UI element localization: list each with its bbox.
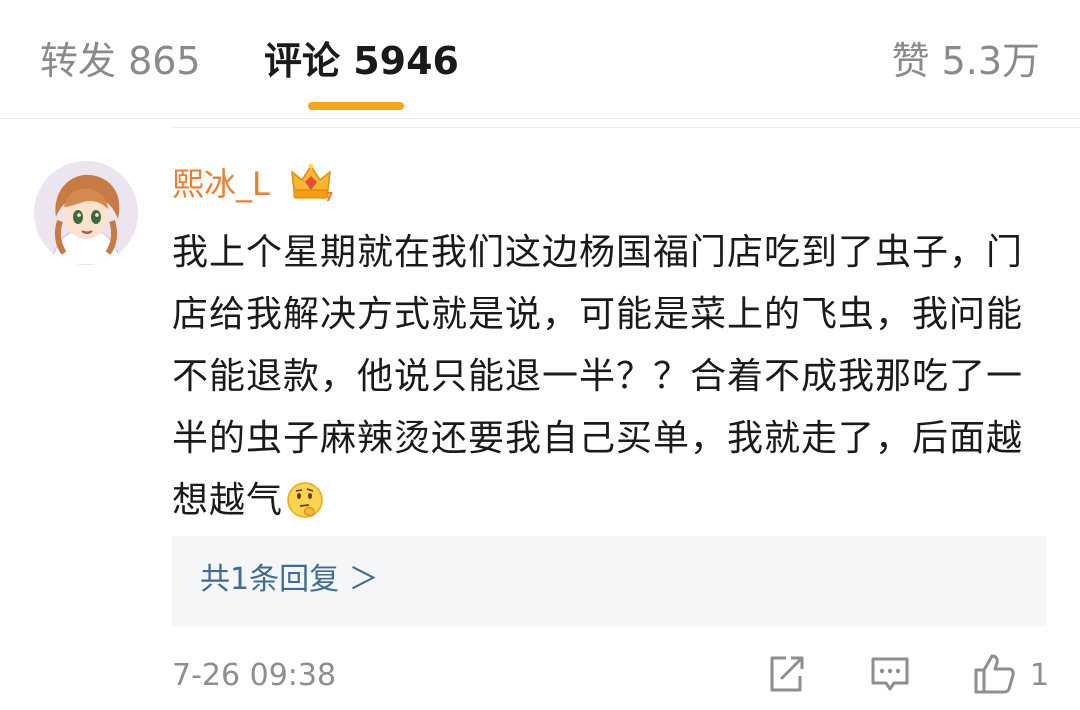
comment-tabs: 转发 865 评论 5946 赞 5.3万 bbox=[0, 0, 1080, 118]
comment-icon[interactable] bbox=[868, 652, 912, 696]
comment-text: 我上个星期就在我们这边杨国福门店吃到了虫子，门店给我解决方式就是说，可能是菜上的… bbox=[172, 222, 1052, 532]
crown-icon: 7 bbox=[288, 160, 334, 204]
tab-comments[interactable]: 评论 5946 bbox=[264, 36, 459, 86]
thinking-emoji-icon bbox=[285, 478, 325, 518]
active-tab-indicator bbox=[308, 102, 404, 110]
tab-likes[interactable]: 赞 5.3万 bbox=[891, 36, 1040, 86]
tab-repost[interactable]: 转发 865 bbox=[40, 36, 201, 86]
comment-timestamp: 7-26 09:38 bbox=[172, 658, 337, 693]
divider bbox=[0, 118, 1080, 119]
view-replies-link[interactable]: 共1条回复 ＞ bbox=[200, 558, 379, 602]
avatar[interactable] bbox=[34, 161, 138, 265]
svg-text:7: 7 bbox=[325, 190, 333, 204]
like-count: 1 bbox=[1030, 658, 1050, 693]
divider bbox=[172, 127, 1080, 128]
share-icon[interactable] bbox=[764, 652, 808, 696]
like-icon[interactable] bbox=[972, 652, 1016, 696]
replies-box[interactable]: 共1条回复 ＞ bbox=[172, 536, 1046, 626]
comment-username[interactable]: 熙冰_L bbox=[172, 162, 270, 206]
